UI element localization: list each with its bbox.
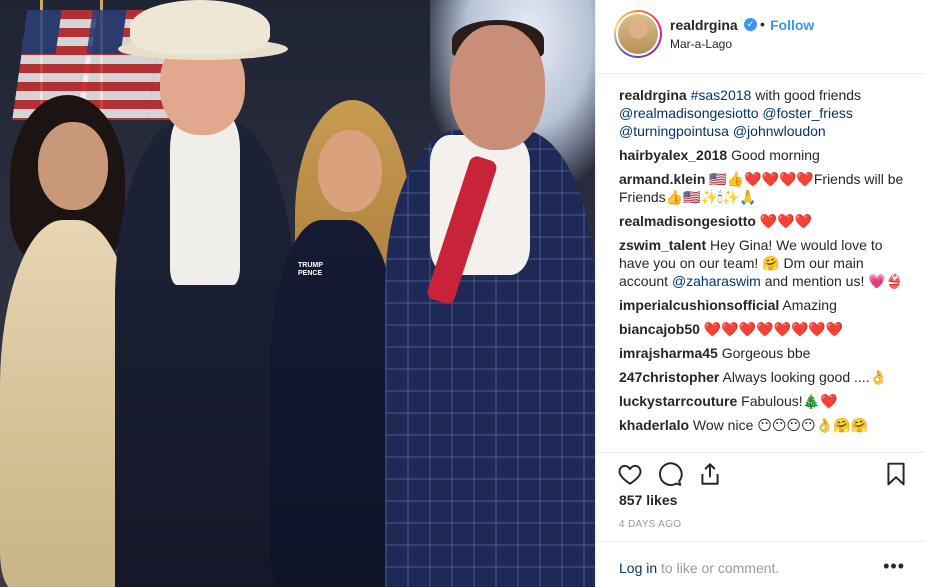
dot-separator: • <box>760 16 765 32</box>
header-username[interactable]: realdrgina <box>670 17 738 33</box>
avatar-image <box>618 14 658 54</box>
comment-item: luckystarrcouture Fabulous!🎄❤️ <box>619 392 909 410</box>
comment-username[interactable]: hairbyalex_2018 <box>619 147 727 163</box>
comment-text: and mention us! 💗👙 <box>760 273 904 289</box>
person-4-face <box>450 25 545 150</box>
person-3-face <box>318 130 382 212</box>
caption-mention[interactable]: @johnwloudon <box>733 123 826 139</box>
comment-username[interactable]: imperialcushionsofficial <box>619 297 779 313</box>
caption-username[interactable]: realdrgina <box>619 87 687 103</box>
verified-badge-icon: ✓ <box>744 18 757 31</box>
comment-username[interactable]: 247christopher <box>619 369 719 385</box>
login-footer: Log in to like or comment. ••• <box>596 541 925 587</box>
avatar[interactable] <box>614 10 662 58</box>
location-link[interactable]: Mar-a-Lago <box>670 37 732 51</box>
comment-username[interactable]: biancajob50 <box>619 321 700 337</box>
caption-hashtag[interactable]: #sas2018 <box>691 87 752 103</box>
post-sidebar: realdrgina ✓ • Follow Mar-a-Lago realdrg… <box>596 0 925 587</box>
comment-item: realmadisongesiotto ❤️❤️❤️ <box>619 212 909 230</box>
comment-item: imperialcushionsofficial Amazing <box>619 296 909 314</box>
comment-text: ❤️❤️❤️❤️❤️❤️❤️❤️ <box>703 321 844 337</box>
comment-text: Good morning <box>731 147 820 163</box>
follow-button[interactable]: Follow <box>770 17 814 33</box>
login-prompt-text: to like or comment. <box>657 560 780 576</box>
post-container: TRUMP PENCE realdrgina ✓ • Follow Mar-a-… <box>0 0 925 587</box>
person-3-dress <box>270 220 400 587</box>
action-bar <box>596 452 925 496</box>
comment-username[interactable]: zswim_talent <box>619 237 706 253</box>
person-1-face <box>38 122 108 210</box>
comment-item: zswim_talent Hey Gina! We would love to … <box>619 236 909 290</box>
comment-username[interactable]: armand.klein <box>619 171 705 187</box>
login-prompt: Log in to like or comment. <box>619 560 779 576</box>
person-2-shirt <box>170 115 240 285</box>
comment-text: Always looking good ....👌 <box>722 369 888 385</box>
comments-list[interactable]: realdrgina #sas2018 with good friends @r… <box>619 86 909 450</box>
heart-icon[interactable] <box>617 461 643 487</box>
post-header: realdrgina ✓ • Follow Mar-a-Lago <box>596 0 925 74</box>
comment-item: khaderlalo Wow nice 😶😶😶😶👌🤗🤗 <box>619 416 909 434</box>
comment-text: Amazing <box>782 297 837 313</box>
comment-username[interactable]: realmadisongesiotto <box>619 213 756 229</box>
comment-text: Gorgeous bbe <box>721 345 811 361</box>
comment-username[interactable]: luckystarrcouture <box>619 393 737 409</box>
comment-text: Wow nice 😶😶😶😶👌🤗🤗 <box>692 417 868 433</box>
share-icon[interactable] <box>697 461 723 487</box>
likes-count[interactable]: 857 likes <box>619 492 677 508</box>
post-photo[interactable]: TRUMP PENCE <box>0 0 595 587</box>
comment-username[interactable]: imrajsharma45 <box>619 345 718 361</box>
comment-text: ❤️❤️❤️ <box>759 213 813 229</box>
cowboy-hat <box>130 0 270 55</box>
more-options-icon[interactable]: ••• <box>883 556 905 577</box>
caption-mention[interactable]: @realmadisongesiotto <box>619 105 759 121</box>
post-timestamp[interactable]: 4 DAYS AGO <box>619 519 681 530</box>
caption: realdrgina #sas2018 with good friends @r… <box>619 86 909 140</box>
comment-item: biancajob50 ❤️❤️❤️❤️❤️❤️❤️❤️ <box>619 320 909 338</box>
comment-username[interactable]: khaderlalo <box>619 417 689 433</box>
caption-text: with good friends <box>751 87 862 103</box>
comment-mention[interactable]: @zaharaswim <box>672 273 761 289</box>
login-link[interactable]: Log in <box>619 560 657 576</box>
comment-item: imrajsharma45 Gorgeous bbe <box>619 344 909 362</box>
comment-item: armand.klein 🇺🇸👍❤️❤️❤️❤️Friends will be … <box>619 170 909 206</box>
bookmark-icon[interactable] <box>883 461 909 487</box>
caption-mention[interactable]: @foster_friess <box>762 105 852 121</box>
comment-text: Fabulous!🎄❤️ <box>741 393 838 409</box>
caption-mention[interactable]: @turningpointusa <box>619 123 729 139</box>
trump-pence-pin: TRUMP PENCE <box>298 262 323 277</box>
comment-icon[interactable] <box>657 461 683 487</box>
comment-item: 247christopher Always looking good ....👌 <box>619 368 909 386</box>
comment-item: hairbyalex_2018 Good morning <box>619 146 909 164</box>
